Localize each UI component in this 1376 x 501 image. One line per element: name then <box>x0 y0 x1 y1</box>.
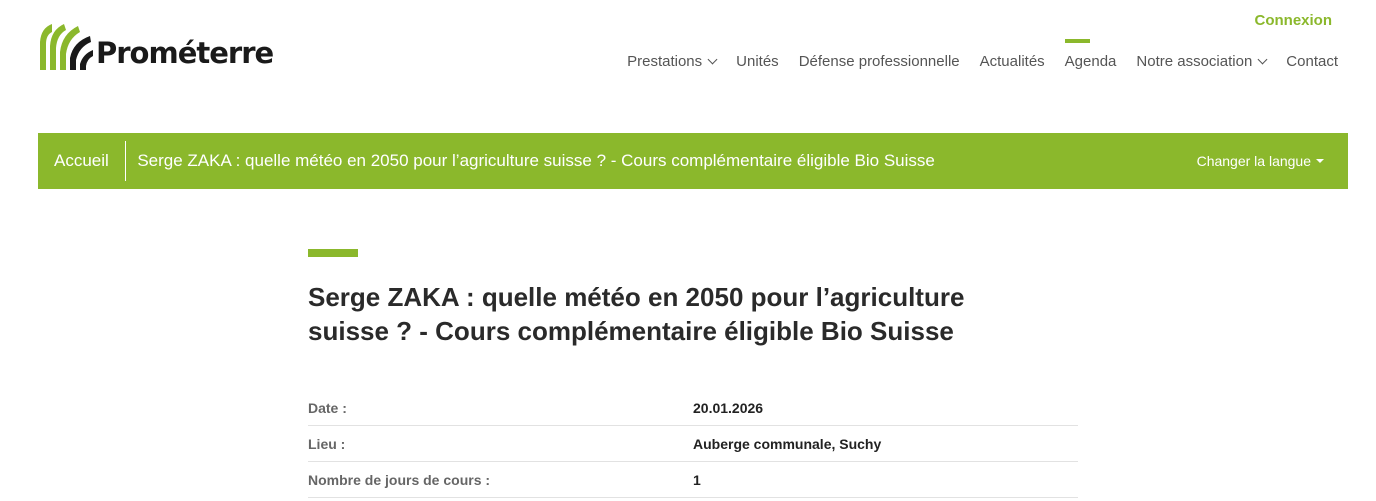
breadcrumb-home-link[interactable]: Accueil <box>38 151 125 171</box>
nav-item-unites[interactable]: Unités <box>726 52 789 72</box>
nav-item-label: Agenda <box>1064 53 1117 70</box>
detail-row-days: Nombre de jours de cours : 1 <box>308 462 1078 498</box>
event-details-table: Date : 20.01.2026 Lieu : Auberge communa… <box>308 390 1078 498</box>
detail-value: 1 <box>693 471 701 488</box>
chevron-down-icon <box>707 54 718 65</box>
brand-name: Prométerre <box>96 36 274 70</box>
caret-down-icon <box>1316 159 1324 163</box>
nav-item-label: Prestations <box>627 53 703 70</box>
nav-item-defense-professionnelle[interactable]: Défense professionnelle <box>789 52 970 72</box>
detail-row-location: Lieu : Auberge communale, Suchy <box>308 426 1078 462</box>
page-title: Serge ZAKA : quelle météo en 2050 pour l… <box>308 282 965 346</box>
logo-mark-icon <box>40 24 93 70</box>
brand-logo[interactable]: Prométerre <box>38 20 274 70</box>
chevron-down-icon <box>1257 54 1268 65</box>
nav-item-label: Contact <box>1286 53 1338 70</box>
language-switcher[interactable]: Changer la langue <box>1197 153 1348 169</box>
event-header: Serge ZAKA : quelle météo en 2050 pour l… <box>308 249 1078 348</box>
detail-row-date: Date : 20.01.2026 <box>308 390 1078 426</box>
nav-item-actualites[interactable]: Actualités <box>970 52 1055 72</box>
main-nav: Prestations Unités Défense professionnel… <box>617 39 1338 72</box>
nav-item-label: Actualités <box>979 53 1045 70</box>
detail-label: Lieu : <box>308 435 346 452</box>
breadcrumb-current: Serge ZAKA : quelle météo en 2050 pour l… <box>137 151 935 170</box>
detail-value: 20.01.2026 <box>693 399 764 416</box>
breadcrumb: Accueil Serge ZAKA : quelle météo en 205… <box>38 133 1348 189</box>
nav-item-prestations[interactable]: Prestations <box>617 52 726 72</box>
detail-label: Date : <box>308 399 347 416</box>
detail-value: Auberge communale, Suchy <box>693 435 882 452</box>
nav-item-agenda[interactable]: Agenda <box>1055 39 1127 72</box>
title-accent-bar <box>308 249 358 257</box>
nav-item-label: Unités <box>736 53 779 70</box>
nav-item-notre-association[interactable]: Notre association <box>1126 52 1276 72</box>
nav-item-label: Notre association <box>1136 53 1253 70</box>
login-link[interactable]: Connexion <box>1255 12 1333 29</box>
nav-item-label: Défense professionnelle <box>798 53 960 70</box>
language-switcher-label: Changer la langue <box>1196 153 1311 169</box>
detail-label: Nombre de jours de cours : <box>308 471 491 488</box>
nav-item-contact[interactable]: Contact <box>1276 52 1338 72</box>
